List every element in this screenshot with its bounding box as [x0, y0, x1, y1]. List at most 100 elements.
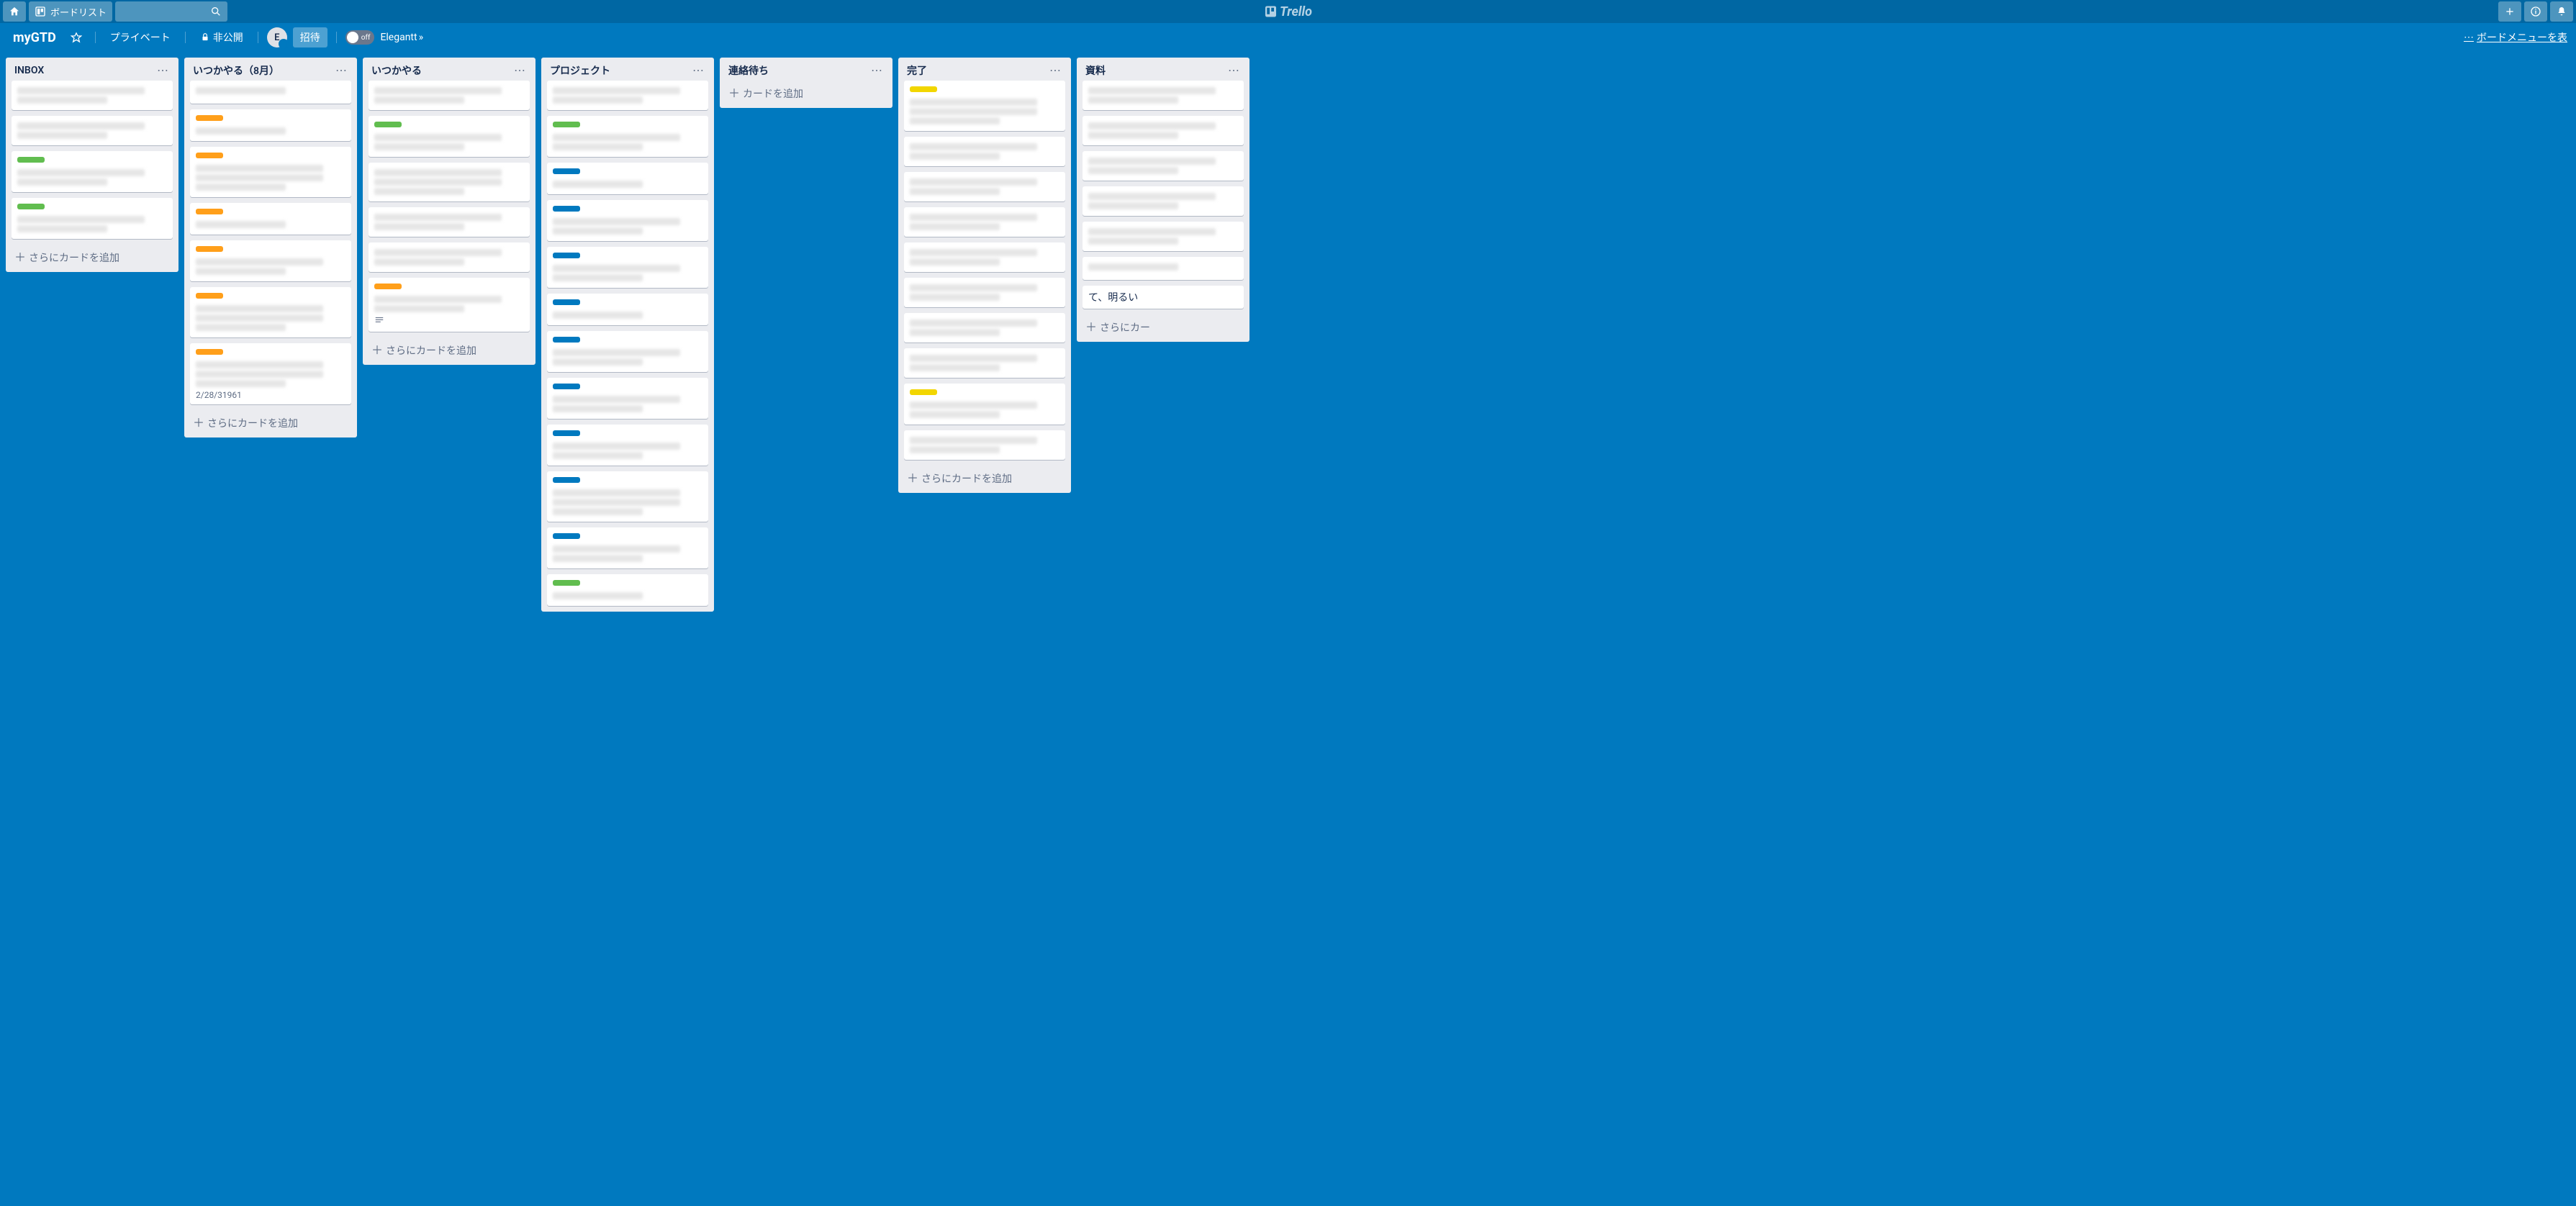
card[interactable] — [547, 574, 708, 606]
list-menu-button[interactable]: ⋯ — [510, 63, 530, 78]
show-menu-button[interactable]: ⋯ ボードメニューを表 — [2464, 30, 2567, 45]
list-cards — [363, 81, 535, 337]
redacted-text — [553, 218, 680, 225]
card[interactable] — [190, 287, 351, 337]
card[interactable] — [904, 242, 1065, 272]
search-input[interactable] — [115, 1, 227, 22]
card[interactable] — [904, 137, 1065, 166]
private-visibility-button[interactable]: 非公開 — [194, 27, 249, 47]
board-name[interactable]: myGTD — [9, 30, 60, 45]
card[interactable] — [190, 81, 351, 104]
create-button[interactable] — [2498, 1, 2521, 22]
list-title[interactable]: いつかやる（8月） — [193, 63, 279, 78]
card[interactable] — [904, 348, 1065, 378]
card[interactable] — [547, 425, 708, 466]
list-menu-button[interactable]: ⋯ — [867, 63, 887, 78]
card[interactable] — [547, 163, 708, 194]
star-board-button[interactable] — [66, 27, 86, 47]
add-card-button[interactable]: ＋さらにカードを追加 — [898, 466, 1071, 493]
add-card-button[interactable]: ＋さらにカードを追加 — [6, 245, 178, 272]
redacted-text — [17, 169, 145, 176]
card[interactable] — [547, 294, 708, 325]
list-menu-button[interactable]: ⋯ — [688, 63, 708, 78]
card[interactable] — [547, 81, 708, 110]
redacted-text — [1088, 87, 1216, 94]
redacted-text — [374, 143, 464, 150]
home-button[interactable] — [3, 1, 26, 22]
add-card-button[interactable]: ＋さらにカードを追加 — [363, 337, 535, 365]
card[interactable] — [547, 116, 708, 157]
elegantt-toggle[interactable]: off — [345, 30, 375, 45]
chevron-right-icon: » — [419, 32, 424, 43]
list-menu-button[interactable]: ⋯ — [1045, 63, 1065, 78]
member-avatar[interactable]: E — [267, 27, 287, 47]
card[interactable]: 2/28/31961 — [190, 343, 351, 404]
list-menu-button[interactable]: ⋯ — [153, 63, 173, 78]
list-title[interactable]: INBOX — [14, 65, 44, 76]
redacted-text — [196, 268, 286, 275]
card[interactable] — [904, 207, 1065, 237]
card[interactable] — [904, 430, 1065, 460]
card[interactable] — [1083, 151, 1244, 181]
add-card-button[interactable]: ＋さらにカードを追加 — [184, 410, 357, 437]
card[interactable] — [12, 151, 173, 192]
list-menu-button[interactable]: ⋯ — [331, 63, 351, 78]
card[interactable] — [190, 203, 351, 235]
invite-button[interactable]: 招待 — [293, 27, 327, 47]
card[interactable] — [904, 313, 1065, 343]
card[interactable] — [369, 163, 530, 201]
card[interactable] — [904, 81, 1065, 131]
add-card-button[interactable]: ＋カードを追加 — [720, 81, 892, 108]
card[interactable] — [904, 278, 1065, 307]
elegantt-button[interactable]: Elegantt » — [380, 32, 423, 43]
card[interactable] — [1083, 116, 1244, 145]
card[interactable] — [369, 278, 530, 332]
card[interactable] — [1083, 222, 1244, 251]
card[interactable] — [547, 527, 708, 568]
card[interactable] — [12, 116, 173, 145]
boards-button[interactable]: ボードリスト — [29, 1, 112, 22]
card[interactable] — [1083, 257, 1244, 280]
team-visibility-button[interactable]: プライベート — [104, 27, 176, 47]
card[interactable] — [12, 81, 173, 110]
card[interactable] — [369, 81, 530, 110]
card[interactable] — [547, 331, 708, 372]
redacted-text — [1088, 122, 1216, 130]
card[interactable] — [904, 172, 1065, 201]
notifications-button[interactable] — [2550, 1, 2573, 22]
card[interactable] — [369, 242, 530, 272]
card-label — [553, 337, 580, 343]
list-header: 連絡待ち ⋯ — [720, 58, 892, 81]
board-canvas[interactable]: INBOX ⋯ ＋さらにカードを追加 いつかやる（8月） ⋯ 2/28/31961 ＋さらに… — [0, 52, 2576, 1206]
info-button[interactable] — [2524, 1, 2547, 22]
card[interactable] — [1083, 186, 1244, 216]
card[interactable] — [547, 200, 708, 241]
redacted-text — [553, 143, 643, 150]
card[interactable] — [547, 471, 708, 522]
card[interactable] — [1083, 81, 1244, 110]
card[interactable] — [547, 378, 708, 419]
list-menu-button[interactable]: ⋯ — [1224, 63, 1244, 78]
list-title[interactable]: 資料 — [1085, 63, 1106, 78]
redacted-text — [17, 96, 107, 104]
card-label — [553, 477, 580, 483]
redacted-text — [910, 153, 1000, 160]
card[interactable] — [190, 109, 351, 141]
list-title[interactable]: 完了 — [907, 63, 927, 78]
card[interactable] — [12, 198, 173, 239]
card[interactable] — [369, 207, 530, 237]
card[interactable]: て、明るい — [1083, 286, 1244, 309]
card[interactable] — [547, 247, 708, 288]
private-visibility-label: 非公開 — [213, 30, 243, 45]
list-title[interactable]: いつかやる — [371, 63, 422, 78]
card[interactable] — [190, 240, 351, 281]
redacted-text — [553, 181, 643, 188]
trello-logo[interactable]: Trello — [1264, 4, 1312, 19]
card[interactable] — [904, 384, 1065, 425]
add-card-button[interactable]: ＋さらにカー — [1077, 314, 1249, 342]
card[interactable] — [369, 116, 530, 157]
list-title[interactable]: 連絡待ち — [728, 63, 769, 78]
card[interactable] — [190, 147, 351, 197]
list-title[interactable]: プロジェクト — [550, 63, 610, 78]
card-label — [17, 204, 45, 209]
